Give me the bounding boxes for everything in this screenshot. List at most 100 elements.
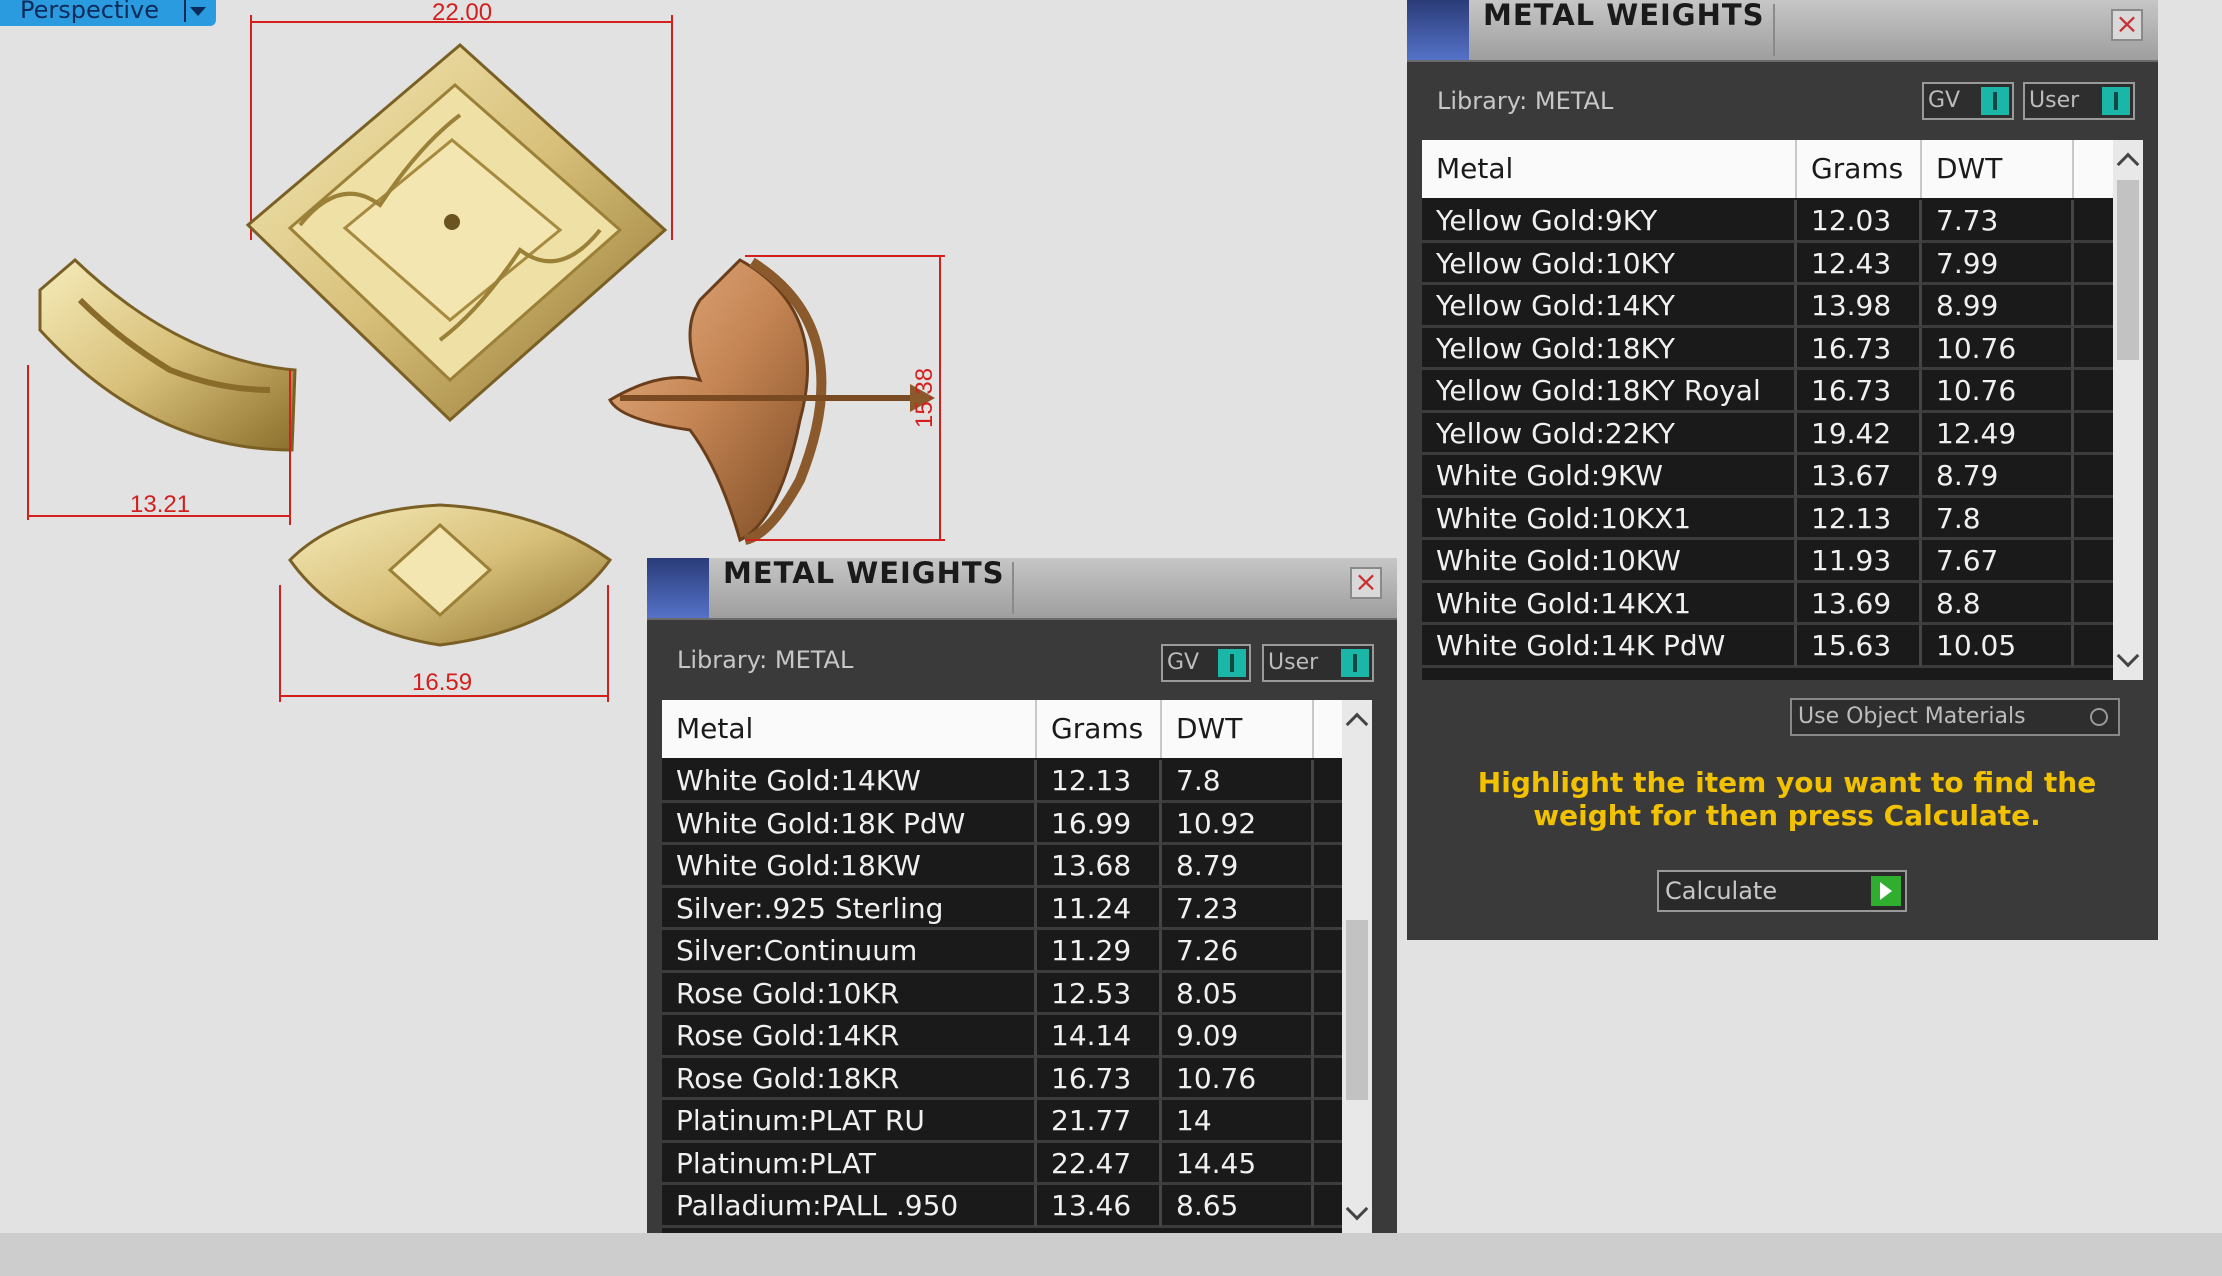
grams-cell: 14.14 <box>1037 1015 1162 1058</box>
metal-cell: White Gold:18K PdW <box>662 802 1037 845</box>
column-header-grams[interactable]: Grams <box>1037 700 1162 758</box>
table-row[interactable]: Yellow Gold:10KY 12.43 7.99 <box>1422 242 2113 285</box>
dwt-cell: 7.26 <box>1162 930 1314 973</box>
user-toggle[interactable]: User <box>1262 644 1374 682</box>
grams-cell: 15.63 <box>1797 625 1922 668</box>
scroll-thumb[interactable] <box>1346 920 1368 1100</box>
table-scrollbar[interactable] <box>2113 140 2143 680</box>
metal-table: Metal Grams DWT Yellow Gold:9KY 12.03 7.73… <box>1422 140 2143 680</box>
row-spacer <box>1314 1058 1342 1100</box>
metal-cell: White Gold:10KX1 <box>1422 497 1797 540</box>
table-row[interactable]: White Gold:18KW 13.68 8.79 <box>662 845 1342 888</box>
table-row[interactable]: Rose Gold:10KR 12.53 8.05 <box>662 972 1342 1015</box>
table-row[interactable]: Platinum:PLAT 22.47 14.45 <box>662 1142 1342 1185</box>
gv-toggle[interactable]: GV <box>1922 82 2014 120</box>
square-pendant-model <box>245 43 668 423</box>
column-header-grams[interactable]: Grams <box>1797 140 1922 198</box>
grams-cell: 13.98 <box>1797 285 1922 328</box>
close-icon[interactable]: × <box>2111 9 2143 41</box>
app-logo-icon <box>1407 0 1469 60</box>
metal-cell: Yellow Gold:14KY <box>1422 285 1797 328</box>
divider <box>1773 4 1775 56</box>
metal-cell: Rose Gold:18KR <box>662 1057 1037 1100</box>
grams-cell: 11.93 <box>1797 540 1922 583</box>
column-header-metal[interactable]: Metal <box>662 700 1037 758</box>
gv-label: GV <box>1167 650 1200 675</box>
row-spacer <box>2074 285 2113 328</box>
radio-icon[interactable] <box>2090 708 2108 726</box>
scroll-up-icon[interactable] <box>2116 152 2140 176</box>
header-spacer <box>2074 140 2113 198</box>
table-scrollbar[interactable] <box>1342 700 1372 1233</box>
metal-cell: White Gold:14KW <box>662 760 1037 803</box>
user-toggle[interactable]: User <box>2023 82 2135 120</box>
column-header-metal[interactable]: Metal <box>1422 140 1797 198</box>
dwt-cell: 7.73 <box>1922 200 2074 243</box>
table-row[interactable]: White Gold:9KW 13.67 8.79 <box>1422 455 2113 498</box>
user-label: User <box>1268 650 1319 675</box>
scroll-thumb[interactable] <box>2117 180 2139 360</box>
gv-label: GV <box>1928 88 1961 113</box>
table-row[interactable]: Rose Gold:14KR 14.14 9.09 <box>662 1015 1342 1058</box>
curved-band-model: 13.21 <box>27 257 297 525</box>
gv-toggle[interactable]: GV <box>1161 644 1251 682</box>
metal-cell: Yellow Gold:22KY <box>1422 412 1797 455</box>
dwt-cell: 14.45 <box>1162 1142 1314 1185</box>
dialog-title-bar[interactable]: METAL WEIGHTS × <box>647 558 1397 620</box>
table-row[interactable]: Silver:Continuum 11.29 7.26 <box>662 930 1342 973</box>
table-row[interactable]: White Gold:10KX1 12.13 7.8 <box>1422 497 2113 540</box>
play-icon <box>1871 876 1901 906</box>
table-row[interactable]: White Gold:14K PdW 15.63 10.05 <box>1422 625 2113 668</box>
row-spacer <box>2074 498 2113 540</box>
row-spacer <box>1314 930 1342 973</box>
table-row[interactable]: Rose Gold:18KR 16.73 10.76 <box>662 1057 1342 1100</box>
scroll-down-icon[interactable] <box>2116 644 2140 668</box>
row-spacer <box>1314 845 1342 888</box>
dialog-title-bar[interactable]: METAL WEIGHTS × <box>1407 0 2158 62</box>
table-row[interactable]: Yellow Gold:14KY 13.98 8.99 <box>1422 285 2113 328</box>
row-spacer <box>2074 455 2113 498</box>
dwt-cell: 8.79 <box>1162 845 1314 888</box>
dwt-cell: 14 <box>1162 1100 1314 1143</box>
grams-cell: 19.42 <box>1797 412 1922 455</box>
table-row[interactable]: Palladium:PALL .950 13.46 8.65 <box>662 1185 1342 1228</box>
table-row[interactable]: Platinum:PLAT RU 21.77 14 <box>662 1100 1342 1143</box>
archer-pendant-model: 15.38 <box>608 255 945 545</box>
table-row[interactable]: White Gold:14KW 12.13 7.8 <box>662 760 1342 803</box>
row-spacer <box>2074 200 2113 243</box>
library-label: Library: METAL <box>1437 87 1614 115</box>
dwt-cell: 7.23 <box>1162 887 1314 930</box>
dwt-cell: 7.99 <box>1922 242 2074 285</box>
calculate-button[interactable]: Calculate <box>1657 870 1907 912</box>
column-header-dwt[interactable]: DWT <box>1162 700 1314 758</box>
app-logo-icon <box>647 558 709 618</box>
grams-cell: 13.69 <box>1797 582 1922 625</box>
scroll-down-icon[interactable] <box>1345 1197 1369 1221</box>
metal-cell: Platinum:PLAT <box>662 1142 1037 1185</box>
divider <box>1012 562 1014 614</box>
grams-cell: 16.73 <box>1797 370 1922 413</box>
table-row[interactable]: White Gold:18K PdW 16.99 10.92 <box>662 802 1342 845</box>
table-row[interactable]: White Gold:14KX1 13.69 8.8 <box>1422 582 2113 625</box>
use-object-materials-toggle[interactable]: Use Object Materials <box>1790 698 2120 736</box>
metal-cell: Platinum:PLAT RU <box>662 1100 1037 1143</box>
row-spacer <box>1314 1100 1342 1143</box>
column-header-dwt[interactable]: DWT <box>1922 140 2074 198</box>
dwt-cell: 10.05 <box>1922 625 2074 668</box>
metal-cell: Silver:.925 Sterling <box>662 887 1037 930</box>
row-spacer <box>1314 1185 1342 1228</box>
close-icon[interactable]: × <box>1350 567 1382 599</box>
user-label: User <box>2029 88 2080 113</box>
grams-cell: 13.67 <box>1797 455 1922 498</box>
metal-cell: Yellow Gold:18KY Royal <box>1422 370 1797 413</box>
scroll-up-icon[interactable] <box>1345 712 1369 736</box>
table-row[interactable]: Silver:.925 Sterling 11.24 7.23 <box>662 887 1342 930</box>
table-row[interactable]: Yellow Gold:18KY 16.73 10.76 <box>1422 327 2113 370</box>
grams-cell: 12.03 <box>1797 200 1922 243</box>
metal-cell: White Gold:18KW <box>662 845 1037 888</box>
table-row[interactable]: White Gold:10KW 11.93 7.67 <box>1422 540 2113 583</box>
table-row[interactable]: Yellow Gold:18KY Royal 16.73 10.76 <box>1422 370 2113 413</box>
row-spacer <box>1314 1143 1342 1185</box>
table-row[interactable]: Yellow Gold:9KY 12.03 7.73 <box>1422 200 2113 243</box>
table-row[interactable]: Yellow Gold:22KY 19.42 12.49 <box>1422 412 2113 455</box>
